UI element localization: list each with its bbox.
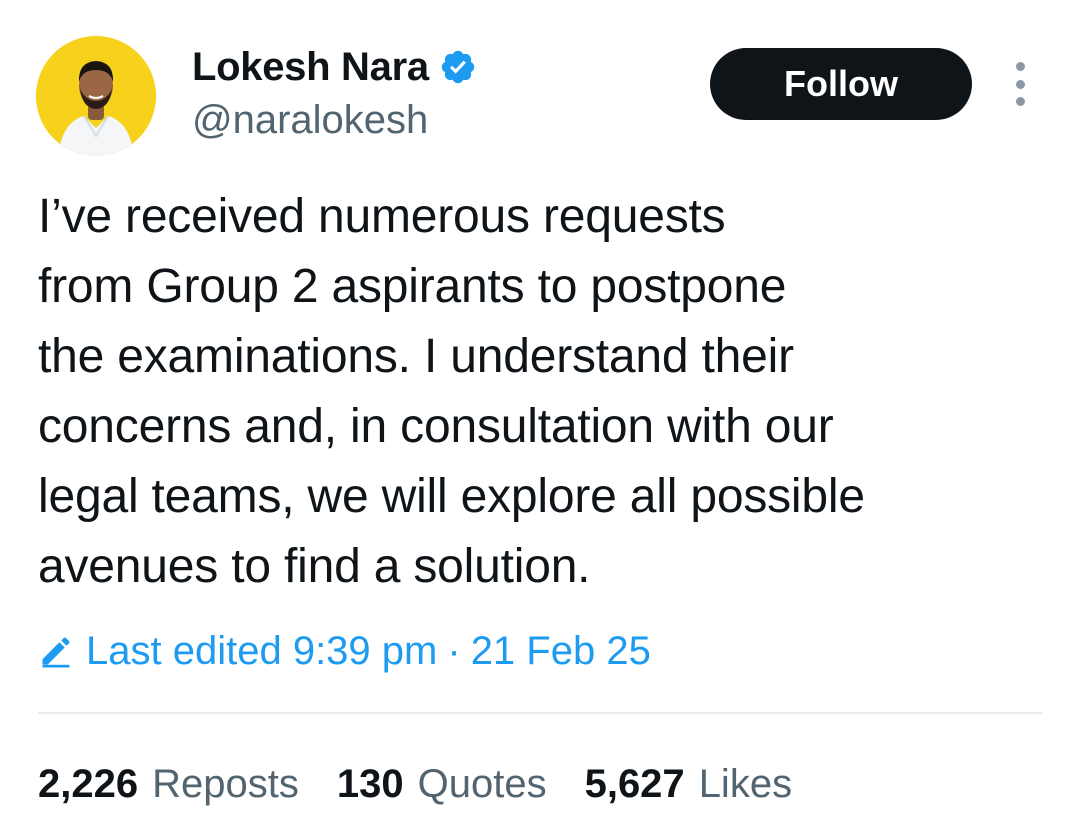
more-vertical-icon[interactable] <box>1004 62 1036 106</box>
edited-label: Last edited 9:39 pm <box>86 628 438 673</box>
pencil-icon <box>38 633 74 669</box>
quotes-stat[interactable]: 130 Quotes <box>337 762 547 807</box>
likes-count: 5,627 <box>584 761 685 806</box>
separator-dot: · <box>447 628 461 673</box>
reposts-stat[interactable]: 2,226 Reposts <box>38 762 299 807</box>
reposts-label: Reposts <box>152 761 299 806</box>
verified-badge-icon[interactable] <box>439 48 477 86</box>
follow-button[interactable]: Follow <box>710 48 972 120</box>
author-display-name[interactable]: Lokesh Nara <box>192 45 429 90</box>
avatar[interactable] <box>36 36 156 156</box>
avatar-image <box>36 36 156 156</box>
author-handle[interactable]: @naralokesh <box>192 96 428 144</box>
author-name-row: Lokesh Nara <box>192 40 477 94</box>
likes-label: Likes <box>698 761 793 806</box>
more-dot <box>1015 79 1025 89</box>
divider <box>38 712 1043 714</box>
quotes-label: Quotes <box>417 761 547 806</box>
reposts-count: 2,226 <box>38 761 139 806</box>
tweet-date: 21 Feb 25 <box>470 628 651 673</box>
engagement-stats: 2,226 Reposts 130 Quotes 5,627 Likes <box>38 756 830 812</box>
more-dot <box>1015 97 1025 106</box>
likes-stat[interactable]: 5,627 Likes <box>585 762 793 807</box>
tweet-text: I’ve received numerous requests from Gro… <box>38 190 865 593</box>
more-dot <box>1015 62 1025 71</box>
quotes-count: 130 <box>336 761 404 806</box>
edit-history-link[interactable]: Last edited 9:39 pm · 21 Feb 25 <box>38 622 651 680</box>
